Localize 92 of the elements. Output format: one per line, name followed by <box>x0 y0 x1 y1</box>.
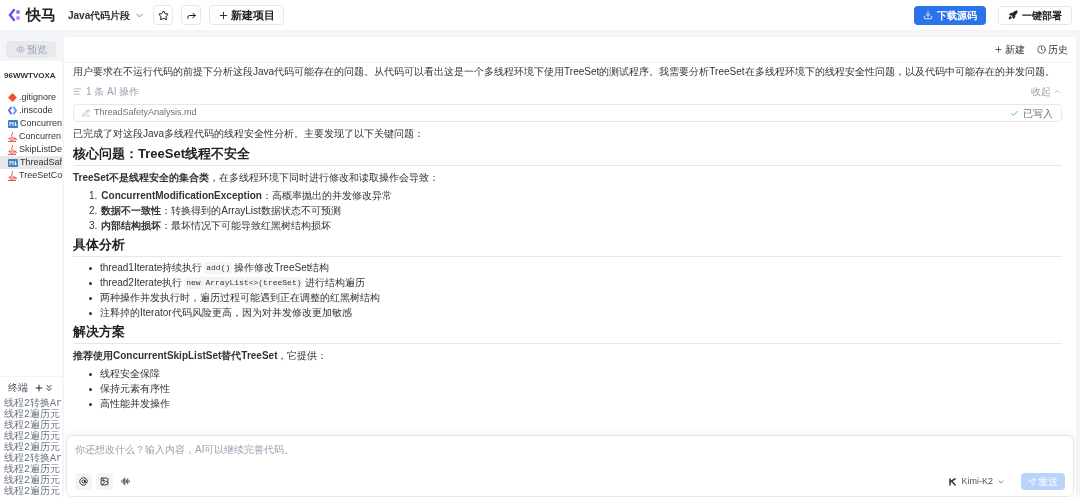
write-status: 已写入 <box>1023 106 1053 121</box>
send-icon <box>1028 477 1036 486</box>
eye-icon <box>15 44 25 54</box>
list-item: ConcurrentModificationException：高概率抛出的并发修改异常 <box>101 190 392 202</box>
audio-icon <box>121 477 130 486</box>
download-icon <box>923 10 933 20</box>
terminal-line: 线程2遍历元 <box>4 409 61 420</box>
list-item: 内部结构损坏：最坏情况下可能导致红黑树结构损坏 <box>101 220 332 232</box>
plus-icon <box>994 45 1003 54</box>
inline-code: new ArrayList<>(treeSet) <box>184 277 304 289</box>
project-dropdown[interactable]: Java代码片段 <box>68 7 146 23</box>
terminal-line: 线程2转换Ar <box>4 398 62 409</box>
message-composer[interactable]: 你还想改什么？输入内容，AI可以继续完善代码。 Kimi-K2 发送 <box>66 435 1074 497</box>
file-item[interactable]: .inscode <box>0 104 62 117</box>
terminal-line: 线程2遍历元 <box>4 420 61 431</box>
collapse-icon[interactable] <box>44 382 54 393</box>
image-button[interactable] <box>96 473 113 490</box>
markdown-icon <box>8 158 18 167</box>
bullet-icon <box>89 387 92 391</box>
section-heading: 具体分析 <box>73 237 1062 257</box>
add-icon[interactable] <box>34 382 44 393</box>
history-button[interactable]: 历史 <box>1037 42 1068 57</box>
file-card[interactable]: ThreadSafetyAnalysis.md 已写入 <box>73 104 1062 122</box>
share-button[interactable] <box>181 5 202 25</box>
image-icon <box>100 477 109 486</box>
list-item: 注释掉的Iterator代码风险更高，因为对并发修改更加敏感 <box>100 307 352 319</box>
file-item[interactable]: SkipListDe <box>0 143 62 156</box>
logo-icon <box>8 8 22 22</box>
message-paragraph: TreeSet不是线程安全的集合类，在多线程环境下同时进行修改和读取操作会导致： <box>73 171 441 185</box>
message-paragraph: 已完成了对这段Java多线程代码的线程安全性分析。主要发现了以下关键问题： <box>73 127 426 141</box>
git-icon <box>8 93 17 102</box>
list-item: 进行结构遍历 <box>305 277 366 289</box>
bullet-icon <box>89 372 92 376</box>
terminal-line: 线程2遍历元 <box>4 486 61 497</box>
star-icon <box>157 9 169 21</box>
terminal-line: 线程2遍历元 <box>4 431 61 442</box>
terminal-line: 线程2遍历元 <box>4 442 61 453</box>
at-icon <box>79 477 88 486</box>
list-item: 两种操作并发执行时，遍历过程可能遇到正在调整的红黑树结构 <box>100 292 380 304</box>
markdown-icon <box>8 119 18 128</box>
message-paragraph: 推荐使用ConcurrentSkipListSet替代TreeSet，它提供： <box>73 349 329 363</box>
file-item[interactable]: .gitignore <box>0 91 62 104</box>
section-heading: 核心问题：TreeSet线程不安全 <box>73 146 1062 166</box>
list-number: 1. <box>89 190 98 202</box>
model-icon <box>949 477 958 486</box>
terminal-title: 终端 <box>8 381 28 395</box>
list-item: 线程安全保障 <box>100 368 160 380</box>
terminal-line: 线程2转换Ar <box>4 453 62 464</box>
mention-button[interactable] <box>75 473 92 490</box>
download-button[interactable]: 下载源码 <box>914 5 986 25</box>
list-number: 2. <box>89 205 98 217</box>
list-item: thread1Iterate持续执行 <box>100 262 203 274</box>
bullet-icon <box>89 281 92 285</box>
file-item[interactable]: Concurren <box>0 130 62 143</box>
bullet-icon <box>89 296 92 300</box>
file-name: ThreadSafetyAnalysis.md <box>94 106 197 120</box>
message-paragraph: 用户要求在不运行代码的前提下分析这段Java代码可能存在的问题。从代码可以看出这是一个多线程环境下使用TreeSet的测试程序。我需要分析TreeSet在多线程环境下的线程安全性问题，以及代码中可能存在的并发问题。 <box>73 65 1056 79</box>
bullet-icon <box>89 402 92 406</box>
list-item: thread2Iterate执行 <box>100 277 183 289</box>
terminal-line: 线程2遍历元 <box>4 475 61 486</box>
star-button[interactable] <box>153 5 174 25</box>
section-heading: 解决方案 <box>73 324 1062 344</box>
logo-text: 快马 <box>26 4 56 25</box>
edit-icon <box>82 109 90 117</box>
inline-code: add() <box>204 262 233 274</box>
list-item: 操作修改TreeSet结构 <box>234 262 330 274</box>
deploy-button[interactable]: 一键部署 <box>998 5 1072 25</box>
project-id: 96WWTVOXA <box>4 70 56 82</box>
java-icon <box>8 131 17 142</box>
java-icon <box>8 170 17 181</box>
prompt-input[interactable]: 你还想改什么？输入内容，AI可以继续完善代码。 <box>75 442 1065 473</box>
bullet-icon <box>89 311 92 315</box>
model-selector[interactable]: Kimi-K2 <box>949 474 1005 489</box>
clock-icon <box>1037 45 1046 54</box>
bullet-icon <box>89 266 92 270</box>
list-icon <box>73 87 82 96</box>
new-chat-button[interactable]: 新建 <box>994 42 1025 57</box>
file-item[interactable]: Concurren <box>0 117 62 130</box>
brackets-icon <box>8 106 17 115</box>
list-item: 高性能并发操作 <box>100 398 170 410</box>
java-icon <box>8 144 17 155</box>
list-item: 数据不一致性：转换得到的ArrayList数据状态不可预测 <box>101 205 341 217</box>
chevron-up-icon <box>1053 87 1062 96</box>
file-item[interactable]: ThreadSaf <box>0 156 62 169</box>
file-item[interactable]: TreeSetCo <box>0 169 62 182</box>
list-number: 3. <box>89 220 98 232</box>
terminal-line: 线程2遍历元 <box>4 464 61 475</box>
list-item: 保持元素有序性 <box>100 383 170 395</box>
rocket-icon <box>1008 10 1018 20</box>
plus-icon <box>218 9 230 21</box>
check-icon <box>1010 108 1019 118</box>
new-project-button[interactable]: 新建项目 <box>209 5 285 25</box>
